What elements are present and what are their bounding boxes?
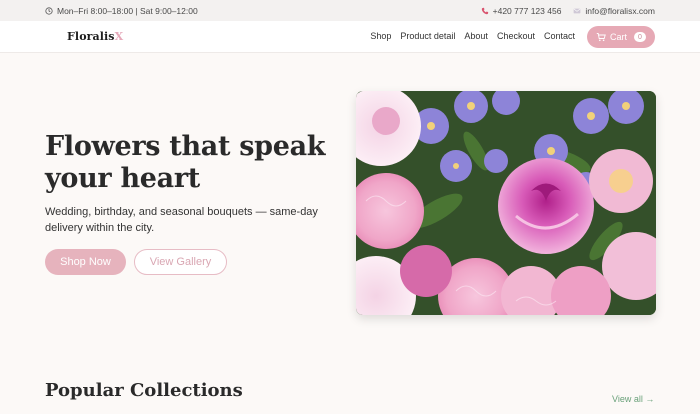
opening-hours-text: Mon–Fri 8:00–18:00 | Sat 9:00–12:00 (57, 5, 198, 16)
cart-count-badge: 0 (634, 32, 646, 42)
phone-text: +420 777 123 456 (492, 5, 562, 16)
brand-accent: X (114, 30, 124, 43)
cart-icon (596, 32, 606, 42)
view-all-link[interactable]: View all → (612, 394, 654, 404)
top-info-bar: Mon–Fri 8:00–18:00 | Sat 9:00–12:00 +420… (0, 0, 700, 21)
email-contact[interactable]: info@floralisx.com (573, 6, 655, 16)
popular-collections-title: Popular Collections (45, 380, 243, 401)
nav-item-about[interactable]: About (464, 31, 488, 41)
nav-item-shop[interactable]: Shop (370, 31, 391, 41)
nav-item-checkout[interactable]: Checkout (497, 31, 535, 41)
cart-button[interactable]: Cart 0 (587, 26, 655, 48)
hero-flower-image (356, 91, 656, 315)
view-gallery-button[interactable]: View Gallery (134, 249, 227, 275)
phone-icon (481, 7, 489, 15)
main-navbar: FloralisX Shop Product detail About Chec… (0, 21, 700, 53)
phone-contact[interactable]: +420 777 123 456 (481, 5, 562, 16)
hero-title: Flowers that speak your heart (45, 131, 326, 194)
shop-now-button[interactable]: Shop Now (45, 249, 126, 275)
email-text: info@floralisx.com (585, 5, 655, 16)
brand-logo[interactable]: FloralisX (67, 30, 123, 43)
mail-icon (573, 7, 581, 15)
nav-item-contact[interactable]: Contact (544, 31, 575, 41)
clock-icon (45, 6, 53, 15)
hero-subtitle: Wedding, birthday, and seasonal bouquets… (45, 206, 318, 234)
main-nav: Shop Product detail About Checkout Conta… (370, 31, 575, 41)
opening-hours: Mon–Fri 8:00–18:00 | Sat 9:00–12:00 (45, 6, 198, 16)
brand-name: Floralis (67, 30, 115, 43)
cart-label: Cart (609, 32, 627, 42)
nav-item-product-detail[interactable]: Product detail (400, 31, 455, 41)
